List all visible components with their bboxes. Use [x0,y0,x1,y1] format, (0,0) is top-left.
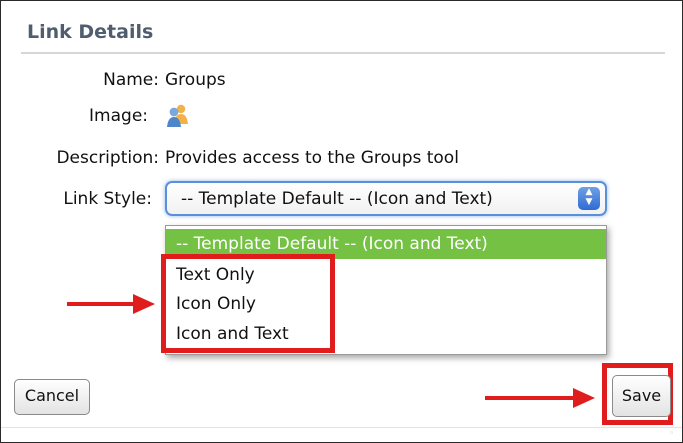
link-details-panel: Link Details Name: Groups Image: Descrip… [0,0,683,443]
save-button[interactable]: Save [612,375,671,417]
link-style-selected-value: -- Template Default -- (Icon and Text) [181,189,493,209]
options-highlight-box [161,254,335,353]
right-arrow-icon [67,294,155,314]
image-label: Image: [89,106,148,126]
groups-icon [167,104,188,127]
name-value: Groups [165,70,226,90]
cancel-button[interactable]: Cancel [14,379,90,415]
link-style-label: Link Style: [63,189,152,209]
link-style-select[interactable]: -- Template Default -- (Icon and Text) ▲… [165,181,607,216]
description-label: Description: [56,148,159,168]
panel-title: Link Details [27,21,154,43]
title-divider [21,52,665,54]
name-label: Name: [103,70,159,90]
footer-divider [1,427,682,428]
right-arrow-icon [485,388,595,408]
resize-grip-icon[interactable]: ◦ [669,429,679,439]
select-arrows-icon[interactable]: ▲ ▼ [578,187,600,210]
description-value: Provides access to the Groups tool [165,148,459,168]
